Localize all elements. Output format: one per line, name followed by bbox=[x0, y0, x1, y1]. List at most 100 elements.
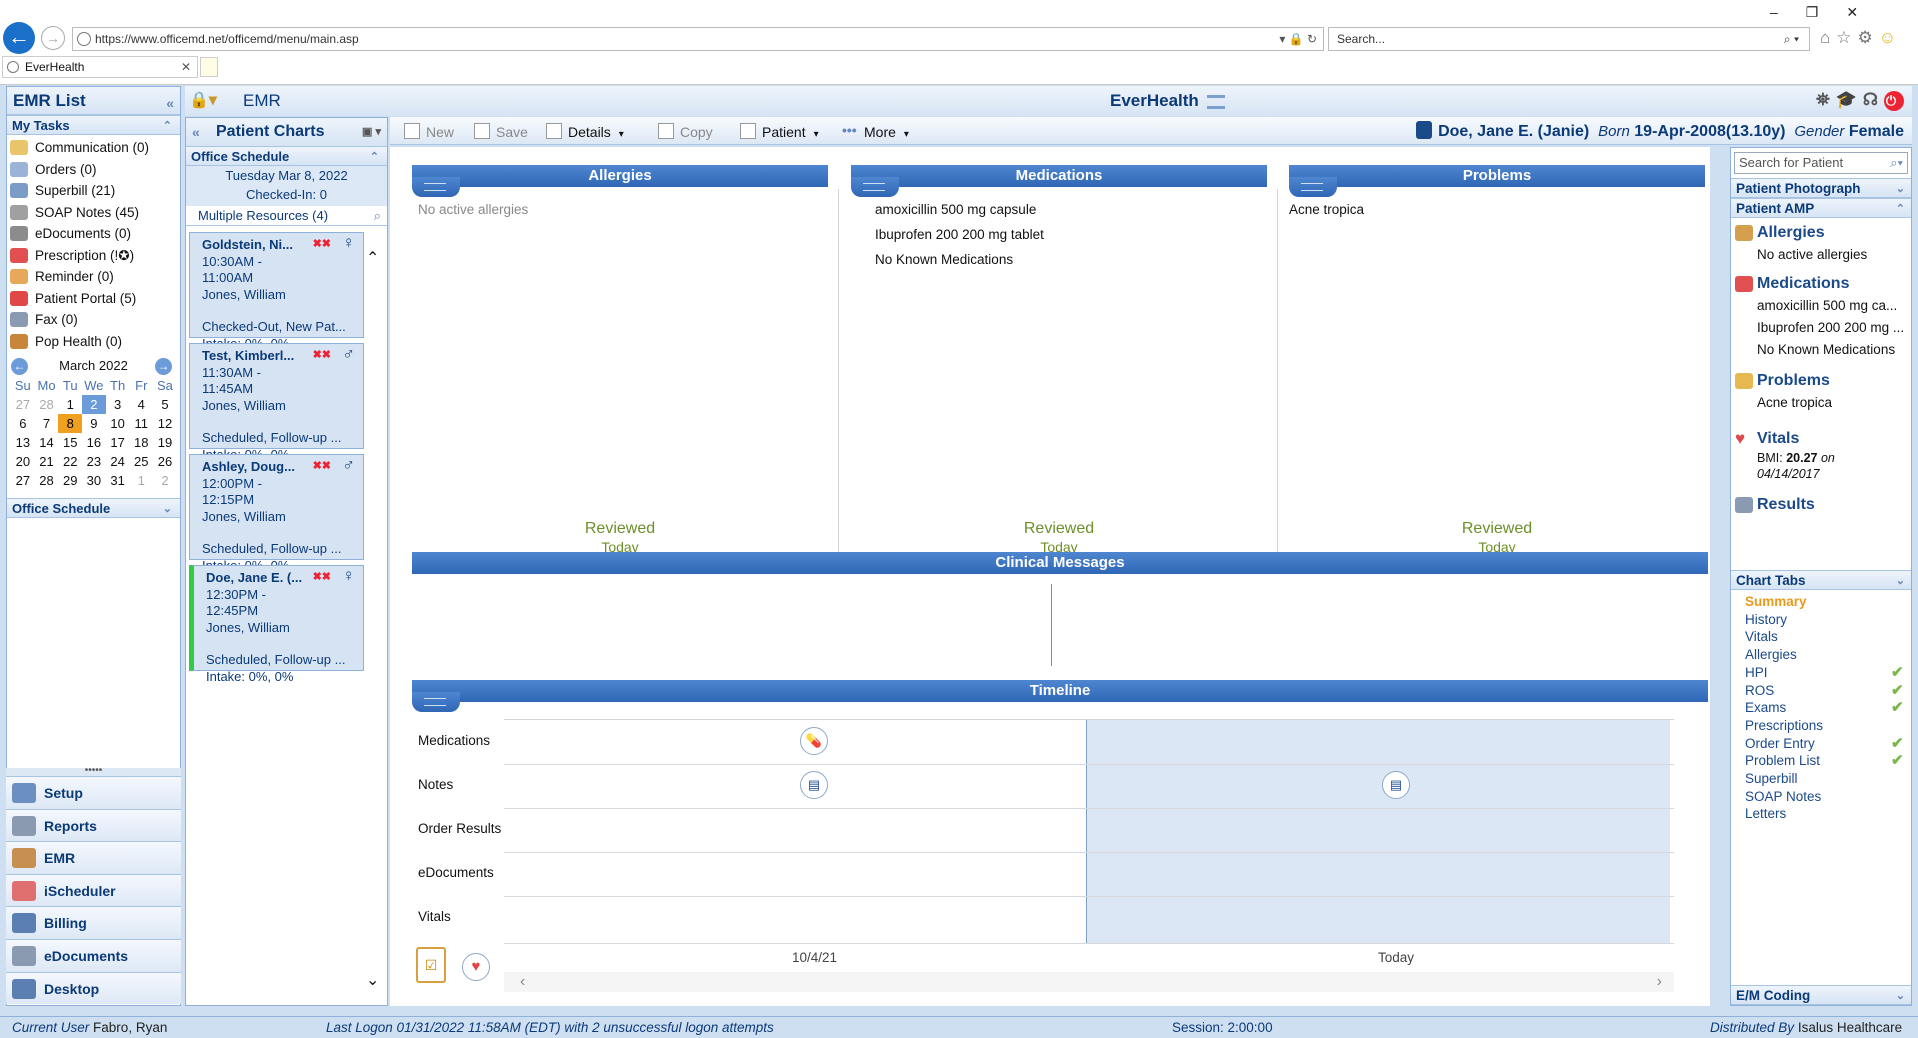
calendar-day[interactable]: 28 bbox=[35, 471, 59, 490]
forward-button[interactable]: → bbox=[41, 26, 65, 50]
calendar-day[interactable]: 8 bbox=[58, 414, 83, 433]
allergies-reviewed[interactable]: Reviewed Today bbox=[412, 521, 828, 556]
appointment-patient-name[interactable]: Ashley, Doug... bbox=[202, 459, 363, 476]
patient-amp-header[interactable]: Patient AMP ⌃ bbox=[1731, 198, 1911, 218]
search-icon[interactable]: ⌕▾ bbox=[1890, 153, 1903, 173]
calendar-day[interactable]: 28 bbox=[35, 395, 59, 414]
calendar-day[interactable]: 1 bbox=[58, 395, 82, 414]
office-schedule-header[interactable]: Office Schedule ⌄ bbox=[7, 498, 180, 518]
calendar-day[interactable]: 30 bbox=[82, 471, 106, 490]
browser-search-input[interactable]: Search... ⌕ ▾ bbox=[1328, 27, 1810, 51]
patient-banner[interactable]: Doe, Jane E. (Janie) Born 19-Apr-2008(13… bbox=[1416, 121, 1904, 143]
calendar-day[interactable]: 4 bbox=[129, 395, 153, 414]
calendar-day[interactable]: 6 bbox=[11, 414, 35, 433]
address-bar[interactable]: https://www.officemd.net/officemd/menu/m… bbox=[72, 27, 1324, 51]
window-controls[interactable]: –❐✕ bbox=[1770, 4, 1886, 21]
calendar-day[interactable]: 12 bbox=[153, 414, 177, 433]
calendar-day[interactable]: 14 bbox=[35, 433, 59, 452]
calendar-day[interactable]: 9 bbox=[82, 414, 106, 433]
collapse-left-icon[interactable]: « bbox=[192, 118, 200, 146]
expand-down-icon[interactable]: ⌄ bbox=[1896, 571, 1905, 591]
nav-edocuments-button[interactable]: eDocuments bbox=[6, 938, 181, 972]
home-icon[interactable]: ⌂ bbox=[1820, 28, 1836, 47]
address-bar-icons[interactable]: ▾ 🔒 ↻ bbox=[1279, 28, 1317, 50]
task-item[interactable]: Prescription (!✪) bbox=[7, 245, 180, 267]
calendar-day[interactable]: 26 bbox=[153, 452, 177, 471]
appointment-patient-name[interactable]: Goldstein, Ni... bbox=[202, 237, 363, 254]
chevron-down-icon[interactable]: ▾ bbox=[814, 129, 819, 140]
search-icon[interactable]: ⌕ bbox=[374, 206, 381, 226]
calendar-day[interactable]: 21 bbox=[35, 452, 59, 471]
browser-tab[interactable]: EverHealth ✕ bbox=[2, 56, 198, 78]
cancel-x-icon[interactable]: ✖✖ bbox=[313, 569, 331, 586]
calendar-day[interactable]: 15 bbox=[58, 433, 82, 452]
my-tasks-header[interactable]: My Tasks ⌃ bbox=[7, 115, 180, 135]
em-coding-header[interactable]: E/M Coding ⌄ bbox=[1731, 985, 1911, 1005]
medication-pill-icon[interactable]: 💊 bbox=[800, 727, 828, 755]
lock-icon[interactable]: 🔒▾ bbox=[189, 90, 217, 110]
smiley-icon[interactable]: ☺ bbox=[1879, 28, 1902, 47]
chart-tab-allergies[interactable]: Allergies bbox=[1745, 646, 1797, 664]
task-item[interactable]: Communication (0) bbox=[7, 137, 180, 159]
nav-emr-button[interactable]: EMR bbox=[6, 841, 181, 874]
nav-ischeduler-button[interactable]: iScheduler bbox=[6, 873, 181, 907]
nav-desktop-button[interactable]: Desktop bbox=[6, 971, 181, 1005]
medications-menu-icon[interactable] bbox=[851, 177, 899, 197]
calendar-day[interactable]: 13 bbox=[11, 433, 35, 452]
headset-icon[interactable]: ☊ bbox=[1863, 90, 1884, 109]
amp-medications-title[interactable]: Medications bbox=[1735, 273, 1849, 295]
chart-tab-problem-list[interactable]: Problem List bbox=[1745, 752, 1820, 770]
calendar-day[interactable]: 24 bbox=[106, 452, 130, 471]
nav-billing-button[interactable]: Billing bbox=[6, 906, 181, 939]
back-button[interactable]: ← bbox=[3, 22, 35, 54]
appointment-patient-name[interactable]: Doe, Jane E. (... bbox=[206, 570, 363, 587]
expand-down-icon[interactable]: ⌄ bbox=[1896, 179, 1905, 199]
note-icon[interactable]: ▤ bbox=[1382, 771, 1410, 799]
collapse-up-icon[interactable]: ⌃ bbox=[163, 116, 172, 136]
calendar-day[interactable]: 1 bbox=[129, 471, 153, 490]
chart-tabs-header[interactable]: Chart Tabs ⌄ bbox=[1731, 570, 1911, 590]
note-icon[interactable]: ▤ bbox=[800, 771, 828, 799]
task-item[interactable]: Superbill (21) bbox=[7, 180, 180, 202]
chart-tab-superbill[interactable]: Superbill bbox=[1745, 770, 1798, 788]
office-schedule-subheader[interactable]: Office Schedule ⌃ bbox=[186, 146, 387, 166]
chart-tab-soap-notes[interactable]: SOAP Notes bbox=[1745, 788, 1821, 806]
calendar-day[interactable]: 25 bbox=[129, 452, 153, 471]
favorites-icon[interactable]: ☆ bbox=[1836, 28, 1857, 47]
amp-allergies-title[interactable]: Allergies bbox=[1735, 222, 1825, 244]
menu-bars-icon[interactable] bbox=[1206, 94, 1225, 109]
expand-down-icon[interactable]: ⌄ bbox=[163, 499, 172, 519]
new-tab-button[interactable] bbox=[200, 57, 218, 77]
calendar-day[interactable]: 7 bbox=[35, 414, 59, 433]
copy-button[interactable]: Copy bbox=[658, 121, 713, 143]
scroll-right-icon[interactable]: › bbox=[1657, 972, 1662, 992]
calendar-day[interactable]: 16 bbox=[82, 433, 106, 452]
scroll-down-icon[interactable]: ⌄ bbox=[366, 970, 379, 990]
more-button[interactable]: ••• More ▾ bbox=[842, 121, 909, 143]
chart-tab-history[interactable]: History bbox=[1745, 611, 1787, 629]
collapse-left-icon[interactable]: « bbox=[166, 89, 174, 117]
power-icon[interactable]: ⏻ bbox=[1884, 91, 1904, 111]
splitter-handle[interactable]: ••••• bbox=[6, 766, 181, 776]
amp-vitals-title[interactable]: ♥ Vitals bbox=[1735, 428, 1799, 450]
appointment-card[interactable]: Doe, Jane E. (... ✖✖ ♀ 12:30PM -12:45PM Jone… bbox=[189, 565, 364, 684]
problems-menu-icon[interactable] bbox=[1289, 177, 1337, 197]
calendar-day[interactable]: 22 bbox=[58, 452, 82, 471]
scroll-up-icon[interactable]: ⌃ bbox=[366, 248, 379, 268]
nav-reports-button[interactable]: Reports bbox=[6, 808, 181, 842]
calendar-day[interactable]: 17 bbox=[106, 433, 130, 452]
calendar-day[interactable]: 5 bbox=[153, 395, 177, 414]
chevron-down-icon[interactable]: ▾ bbox=[904, 129, 909, 140]
vitals-heart-icon[interactable]: ♥ bbox=[462, 953, 490, 981]
task-item[interactable]: Pop Health (0) bbox=[7, 331, 180, 353]
minimize-button[interactable]: – bbox=[1770, 4, 1806, 20]
chart-tab-order-entry[interactable]: Order Entry bbox=[1745, 735, 1815, 753]
appointment-card[interactable]: Test, Kimberl... ✖✖ ♂ 11:30AM -11:45AM Jones… bbox=[189, 343, 364, 462]
patient-photograph-header[interactable]: Patient Photograph ⌄ bbox=[1731, 178, 1911, 198]
resources-filter[interactable]: Multiple Resources (4) ⌕ bbox=[186, 206, 387, 226]
calendar-day[interactable]: 10 bbox=[106, 414, 130, 433]
cancel-x-icon[interactable]: ✖✖ bbox=[313, 347, 331, 364]
timeline-menu-icon[interactable] bbox=[412, 692, 460, 712]
save-button[interactable]: Save bbox=[474, 121, 528, 143]
browser-toolbar-icons[interactable]: ⌂☆⚙☺ bbox=[1820, 28, 1902, 48]
